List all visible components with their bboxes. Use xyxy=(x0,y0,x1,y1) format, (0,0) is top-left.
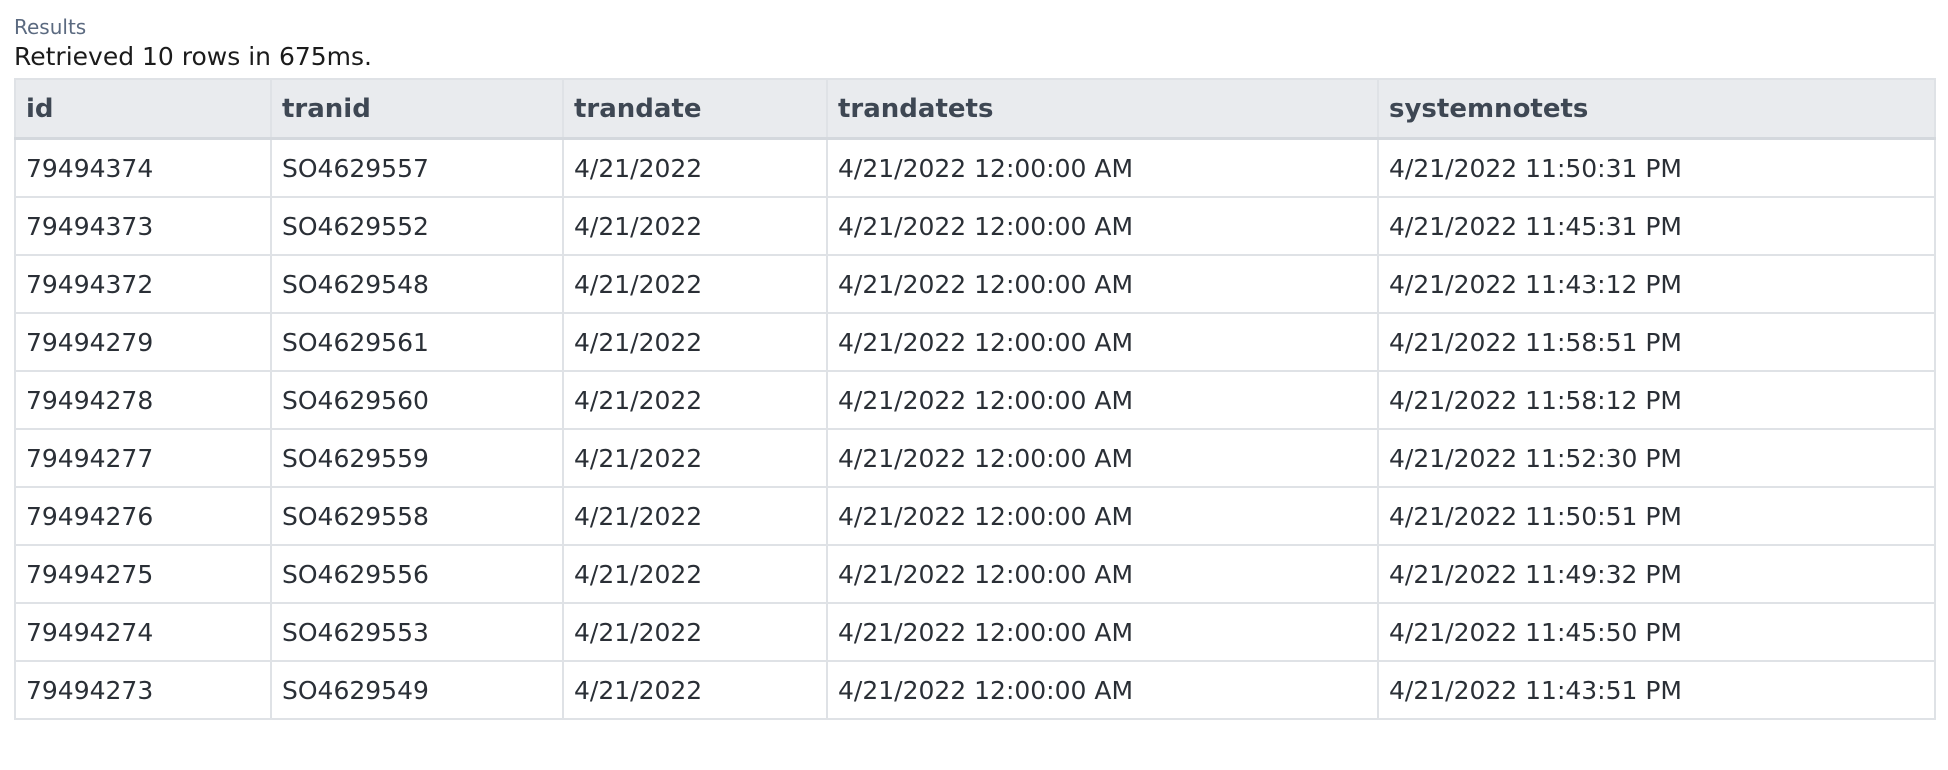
cell-tranid: SO4629556 xyxy=(270,544,564,604)
cell-systemnotets: 4/21/2022 11:50:51 PM xyxy=(1377,486,1936,546)
cell-systemnotets: 4/21/2022 11:49:32 PM xyxy=(1377,544,1936,604)
cell-trandate: 4/21/2022 xyxy=(562,137,828,198)
cell-trandatets: 4/21/2022 12:00:00 AM xyxy=(826,486,1379,546)
cell-tranid: SO4629552 xyxy=(270,196,564,256)
cell-tranid: SO4629559 xyxy=(270,428,564,488)
cell-trandatets: 4/21/2022 12:00:00 AM xyxy=(826,254,1379,314)
results-summary: Retrieved 10 rows in 675ms. xyxy=(14,42,373,71)
cell-tranid: SO4629548 xyxy=(270,254,564,314)
table-row: 79494275 SO4629556 4/21/2022 4/21/2022 1… xyxy=(14,544,1936,604)
cell-trandatets: 4/21/2022 12:00:00 AM xyxy=(826,602,1379,662)
table-row: 79494279 SO4629561 4/21/2022 4/21/2022 1… xyxy=(14,312,1936,372)
cell-trandate: 4/21/2022 xyxy=(562,544,828,604)
table-row: 79494273 SO4629549 4/21/2022 4/21/2022 1… xyxy=(14,660,1936,720)
table-row: 79494276 SO4629558 4/21/2022 4/21/2022 1… xyxy=(14,486,1936,546)
cell-id: 79494274 xyxy=(14,602,272,662)
cell-id: 79494276 xyxy=(14,486,272,546)
table-row: 79494274 SO4629553 4/21/2022 4/21/2022 1… xyxy=(14,602,1936,662)
cell-trandate: 4/21/2022 xyxy=(562,312,828,372)
cell-trandate: 4/21/2022 xyxy=(562,370,828,430)
cell-trandate: 4/21/2022 xyxy=(562,602,828,662)
cell-tranid: SO4629553 xyxy=(270,602,564,662)
cell-trandate: 4/21/2022 xyxy=(562,486,828,546)
table-header-row: id tranid trandate trandatets systemnote… xyxy=(14,78,1936,140)
cell-id: 79494277 xyxy=(14,428,272,488)
column-header-trandatets[interactable]: trandatets xyxy=(826,78,1379,140)
cell-tranid: SO4629557 xyxy=(270,137,564,198)
cell-id: 79494279 xyxy=(14,312,272,372)
cell-trandatets: 4/21/2022 12:00:00 AM xyxy=(826,196,1379,256)
cell-tranid: SO4629561 xyxy=(270,312,564,372)
cell-id: 79494273 xyxy=(14,660,272,720)
column-header-id[interactable]: id xyxy=(14,78,272,140)
cell-systemnotets: 4/21/2022 11:43:51 PM xyxy=(1377,660,1936,720)
section-label: Results xyxy=(14,15,87,39)
cell-trandatets: 4/21/2022 12:00:00 AM xyxy=(826,137,1379,198)
cell-trandatets: 4/21/2022 12:00:00 AM xyxy=(826,660,1379,720)
cell-systemnotets: 4/21/2022 11:50:31 PM xyxy=(1377,137,1936,198)
column-header-tranid[interactable]: tranid xyxy=(270,78,564,140)
cell-systemnotets: 4/21/2022 11:43:12 PM xyxy=(1377,254,1936,314)
cell-trandate: 4/21/2022 xyxy=(562,196,828,256)
cell-systemnotets: 4/21/2022 11:52:30 PM xyxy=(1377,428,1936,488)
cell-id: 79494372 xyxy=(14,254,272,314)
table-row: 79494373 SO4629552 4/21/2022 4/21/2022 1… xyxy=(14,196,1936,256)
cell-systemnotets: 4/21/2022 11:45:50 PM xyxy=(1377,602,1936,662)
cell-trandate: 4/21/2022 xyxy=(562,428,828,488)
cell-systemnotets: 4/21/2022 11:45:31 PM xyxy=(1377,196,1936,256)
cell-trandatets: 4/21/2022 12:00:00 AM xyxy=(826,428,1379,488)
table-row: 79494374 SO4629557 4/21/2022 4/21/2022 1… xyxy=(14,137,1936,198)
cell-trandatets: 4/21/2022 12:00:00 AM xyxy=(826,544,1379,604)
table-row: 79494372 SO4629548 4/21/2022 4/21/2022 1… xyxy=(14,254,1936,314)
cell-trandate: 4/21/2022 xyxy=(562,660,828,720)
column-header-trandate[interactable]: trandate xyxy=(562,78,828,140)
results-table: id tranid trandate trandatets systemnote… xyxy=(14,78,1936,720)
cell-tranid: SO4629549 xyxy=(270,660,564,720)
table-row: 79494277 SO4629559 4/21/2022 4/21/2022 1… xyxy=(14,428,1936,488)
cell-trandatets: 4/21/2022 12:00:00 AM xyxy=(826,312,1379,372)
cell-id: 79494373 xyxy=(14,196,272,256)
cell-tranid: SO4629558 xyxy=(270,486,564,546)
table-row: 79494278 SO4629560 4/21/2022 4/21/2022 1… xyxy=(14,370,1936,430)
cell-id: 79494374 xyxy=(14,137,272,198)
cell-trandate: 4/21/2022 xyxy=(562,254,828,314)
cell-trandatets: 4/21/2022 12:00:00 AM xyxy=(826,370,1379,430)
cell-systemnotets: 4/21/2022 11:58:51 PM xyxy=(1377,312,1936,372)
cell-id: 79494275 xyxy=(14,544,272,604)
cell-id: 79494278 xyxy=(14,370,272,430)
results-panel: Results Retrieved 10 rows in 675ms. id t… xyxy=(14,14,1936,720)
column-header-systemnotets[interactable]: systemnotets xyxy=(1377,78,1936,140)
cell-systemnotets: 4/21/2022 11:58:12 PM xyxy=(1377,370,1936,430)
cell-tranid: SO4629560 xyxy=(270,370,564,430)
